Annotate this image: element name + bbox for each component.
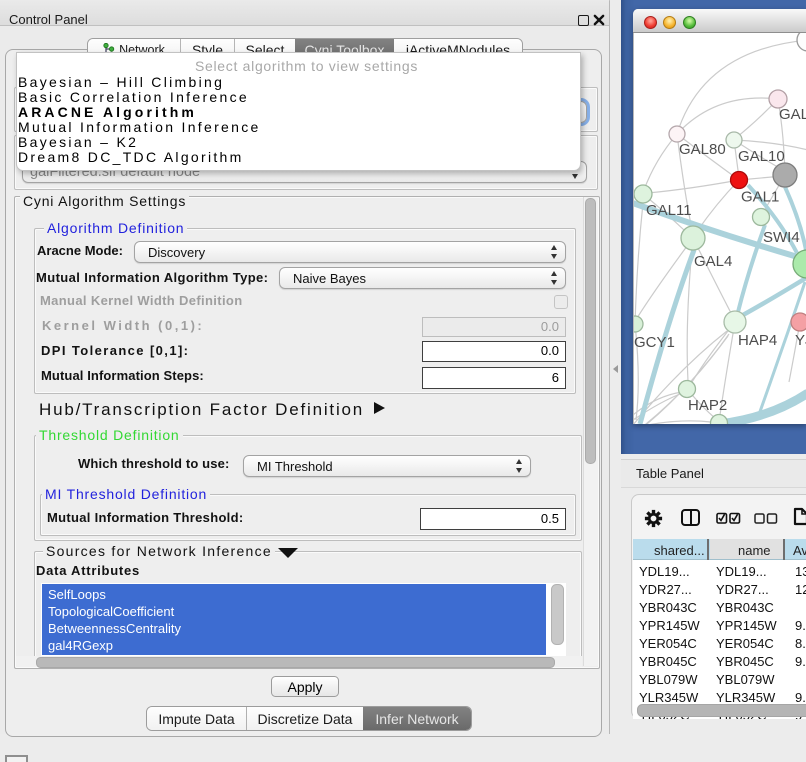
svg-text:SWI4: SWI4 <box>763 229 800 246</box>
svg-text:YJ: YJ <box>795 332 806 349</box>
svg-text:GAL1: GAL1 <box>741 189 779 206</box>
svg-text:GCY1: GCY1 <box>634 334 675 351</box>
svg-text:HAP4: HAP4 <box>738 332 777 349</box>
svg-text:GAL7: GAL7 <box>779 106 806 123</box>
svg-text:GAL10: GAL10 <box>738 148 785 165</box>
svg-text:GAL11: GAL11 <box>646 202 692 219</box>
svg-text:GAL80: GAL80 <box>679 141 726 158</box>
svg-text:GAL4: GAL4 <box>694 253 732 270</box>
svg-text:HAP2: HAP2 <box>688 397 727 414</box>
